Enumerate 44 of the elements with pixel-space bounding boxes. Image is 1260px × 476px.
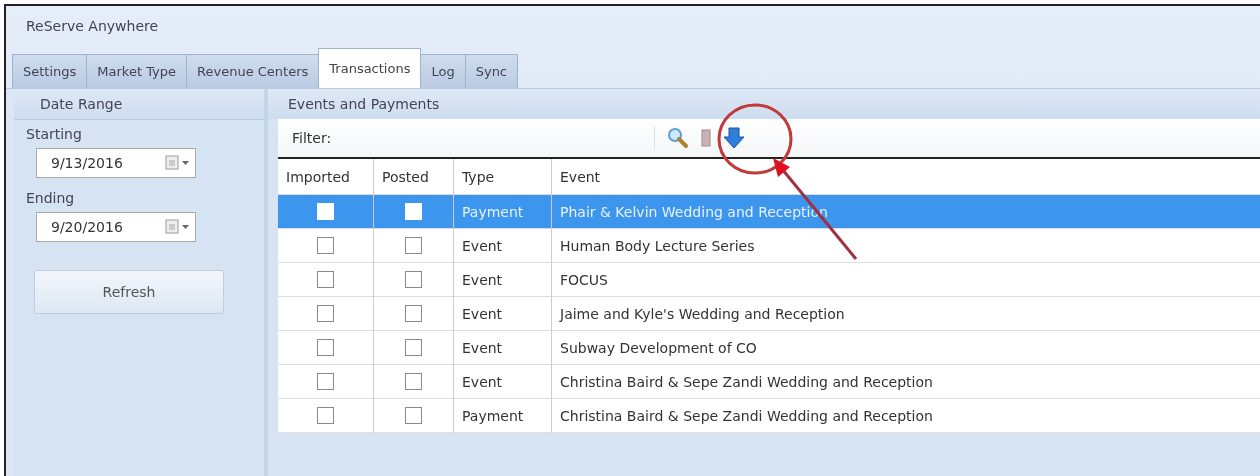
- table-cell: Human Body Lecture Series: [552, 229, 1260, 263]
- table-cell: Event: [454, 297, 552, 331]
- checkbox[interactable]: [317, 271, 334, 288]
- checkbox[interactable]: [317, 237, 334, 254]
- refresh-button[interactable]: Refresh: [34, 270, 224, 314]
- table-cell: Payment: [454, 195, 552, 229]
- table-cell: Event: [454, 365, 552, 399]
- table-cell: Christina Baird & Sepe Zandi Wedding and Reception: [552, 399, 1260, 433]
- checkbox[interactable]: [317, 339, 334, 356]
- tab[interactable]: Settings: [12, 54, 88, 88]
- table-cell: Event: [454, 229, 552, 263]
- ending-label: Ending: [25, 189, 76, 208]
- tab[interactable]: Revenue Centers: [186, 54, 320, 88]
- date-field[interactable]: 9/13/2016: [36, 148, 196, 178]
- table-cell: Christina Baird & Sepe Zandi Wedding and Reception: [552, 365, 1260, 399]
- filter-label: Filter:: [292, 130, 333, 146]
- date-field[interactable]: 9/20/2016: [36, 212, 196, 242]
- down-arrow-icon[interactable]: [723, 127, 745, 149]
- table-cell: Event: [454, 331, 552, 365]
- table-cell: FOCUS: [552, 263, 1260, 297]
- panel-header: Events and Payments: [268, 89, 1260, 119]
- panel-header: Date Range: [14, 89, 264, 120]
- tab[interactable]: Log: [420, 54, 466, 88]
- checkbox[interactable]: [405, 339, 422, 356]
- checkbox[interactable]: [317, 407, 334, 424]
- table-cell: Jaime and Kyle's Wedding and Reception: [552, 297, 1260, 331]
- checkbox[interactable]: [405, 373, 422, 390]
- tab[interactable]: Sync: [464, 54, 519, 88]
- window-title: ReServe Anywhere: [25, 17, 160, 36]
- search-icon[interactable]: [667, 127, 689, 149]
- starting-label: Starting: [25, 125, 83, 144]
- checkbox[interactable]: [405, 237, 422, 254]
- table-cell: Subway Development of CO: [552, 331, 1260, 365]
- tab[interactable]: Transactions: [318, 48, 422, 88]
- table-cell: Event: [454, 263, 552, 297]
- calendar-dropdown-icon[interactable]: [165, 155, 191, 171]
- checkbox[interactable]: [317, 305, 334, 322]
- checkbox[interactable]: [405, 305, 422, 322]
- checkbox[interactable]: [405, 271, 422, 288]
- checkbox[interactable]: [405, 407, 422, 424]
- table-cell: Payment: [454, 399, 552, 433]
- calendar-dropdown-icon[interactable]: [165, 219, 191, 235]
- checkbox[interactable]: [317, 373, 334, 390]
- tab[interactable]: Market Type: [86, 54, 187, 88]
